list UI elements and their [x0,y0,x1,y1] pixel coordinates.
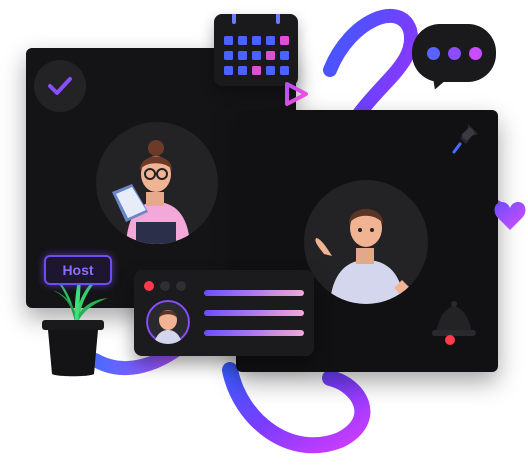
man-avatar-icon [315,209,414,304]
checkmark-icon [48,77,72,95]
calendar-day-cell [238,36,247,45]
heart-icon[interactable] [492,196,528,236]
calendar-day-cell [280,36,289,45]
calendar-widget[interactable] [214,10,298,86]
calendar-day-cell [266,36,275,45]
calendar-day-cell [224,51,233,60]
pushpin-icon[interactable] [452,122,484,156]
message-line [204,290,304,296]
chat-dot [426,46,440,60]
host-badge: Host [44,255,112,285]
participant-woman-avatar[interactable] [96,122,218,244]
message-line [204,330,304,336]
calendar-day-cell [238,66,247,75]
participant-man-avatar[interactable] [304,180,428,304]
bell-icon[interactable] [426,296,482,346]
window-minimize-dot[interactable] [160,281,170,291]
message-window[interactable] [134,270,314,356]
chat-dot [468,46,482,60]
chat-bubble-icon[interactable] [412,24,496,82]
calendar-icon [224,10,289,75]
message-line [204,310,304,316]
window-close-dot[interactable] [144,281,154,291]
calendar-day-cell [252,36,261,45]
calendar-day-cell [266,51,275,60]
sender-avatar[interactable] [146,300,190,344]
chat-dot [447,46,461,60]
calendar-day-cell [238,51,247,60]
play-icon[interactable] [282,80,310,108]
calendar-day-cell [252,66,261,75]
checkmark-badge[interactable] [34,60,86,112]
calendar-day-cell [252,51,261,60]
calendar-day-cell [280,51,289,60]
calendar-day-cell [224,66,233,75]
calendar-day-cell [280,66,289,75]
woman-avatar-icon [112,140,190,244]
man-avatar-icon [146,300,190,344]
calendar-day-cell [266,66,275,75]
window-maximize-dot[interactable] [176,281,186,291]
calendar-day-cell [224,36,233,45]
